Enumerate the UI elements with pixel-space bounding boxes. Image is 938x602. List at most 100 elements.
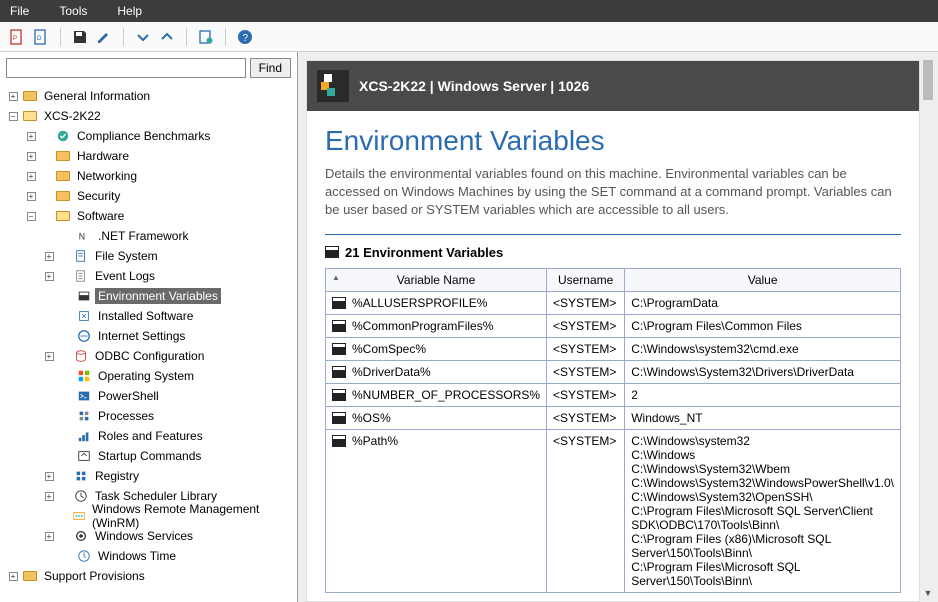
tree-toggle[interactable] — [61, 390, 73, 402]
tree-label[interactable]: .NET Framework — [95, 228, 191, 244]
tree-toggle[interactable] — [40, 170, 52, 182]
tree-toggle[interactable] — [40, 210, 52, 222]
tree-toggle[interactable]: + — [7, 570, 19, 582]
tree-toggle[interactable]: + — [43, 270, 55, 282]
tree-toggle[interactable]: + — [43, 490, 55, 502]
col-value[interactable]: Value — [625, 268, 901, 291]
refresh-button[interactable] — [197, 28, 215, 46]
tree-fs[interactable]: + File System — [4, 246, 297, 266]
tree-ev[interactable]: + Event Logs — [4, 266, 297, 286]
table-row[interactable]: %Path%<SYSTEM>C:\Windows\system32 C:\Win… — [326, 429, 901, 592]
tree-toggle[interactable] — [61, 450, 73, 462]
tree-toggle[interactable]: + — [43, 470, 55, 482]
col-username[interactable]: Username — [547, 268, 625, 291]
export-doc-button[interactable]: D — [32, 28, 50, 46]
tree-toggle[interactable] — [61, 370, 73, 382]
tree-label[interactable]: Windows Services — [92, 528, 196, 544]
tree-label[interactable]: File System — [92, 248, 161, 264]
tree-software[interactable]: − Software — [4, 206, 297, 226]
tree-label[interactable]: Security — [74, 188, 123, 204]
tree-ps[interactable]: PowerShell — [4, 386, 297, 406]
tree-toggle[interactable]: + — [43, 530, 55, 542]
tree-label[interactable]: Registry — [92, 468, 142, 484]
search-input[interactable] — [6, 58, 246, 78]
tree-toggle[interactable]: + — [25, 130, 37, 142]
save-button[interactable] — [71, 28, 89, 46]
scroll-down-icon[interactable]: ▼ — [921, 588, 935, 602]
tree-label[interactable]: Installed Software — [95, 308, 196, 324]
tree-toggle[interactable] — [61, 310, 73, 322]
tree-toggle[interactable] — [61, 230, 73, 242]
tree-label[interactable]: General Information — [41, 88, 153, 104]
collapse-button[interactable] — [134, 28, 152, 46]
tree-toggle[interactable]: − — [25, 210, 37, 222]
tree-toggle[interactable]: + — [25, 170, 37, 182]
tree-odbc[interactable]: + ODBC Configuration — [4, 346, 297, 366]
tree-general[interactable]: + General Information — [4, 86, 297, 106]
tree-toggle[interactable] — [58, 530, 70, 542]
scroll-thumb[interactable] — [923, 60, 933, 100]
tree-toggle[interactable]: − — [7, 110, 19, 122]
tree-label[interactable]: ODBC Configuration — [92, 348, 207, 364]
tree-net[interactable]: N.NET Framework — [4, 226, 297, 246]
tree-proc[interactable]: Processes — [4, 406, 297, 426]
tree-toggle[interactable] — [61, 550, 73, 562]
tree-support[interactable]: +Support Provisions — [4, 566, 297, 586]
scrollbar[interactable]: ▲ ▼ — [921, 60, 935, 602]
tree-reg[interactable]: + Registry — [4, 466, 297, 486]
tree-label[interactable]: Windows Remote Management (WinRM) — [89, 501, 297, 531]
tree-startup[interactable]: Startup Commands — [4, 446, 297, 466]
tree-label[interactable]: Processes — [95, 408, 157, 424]
tree-roles[interactable]: Roles and Features — [4, 426, 297, 446]
tree-label[interactable]: Networking — [74, 168, 140, 184]
expand-button[interactable] — [158, 28, 176, 46]
tree-hardware[interactable]: + Hardware — [4, 146, 297, 166]
tree-label[interactable]: Startup Commands — [95, 448, 204, 464]
table-row[interactable]: %NUMBER_OF_PROCESSORS%<SYSTEM>2 — [326, 383, 901, 406]
tree-toggle[interactable]: + — [7, 90, 19, 102]
tree-host[interactable]: − XCS-2K22 — [4, 106, 297, 126]
tree-toggle[interactable]: + — [25, 150, 37, 162]
tree-toggle[interactable] — [40, 190, 52, 202]
table-row[interactable]: %OS%<SYSTEM>Windows_NT — [326, 406, 901, 429]
tree-toggle[interactable] — [61, 330, 73, 342]
tree-toggle[interactable] — [58, 250, 70, 262]
tree-label[interactable]: Operating System — [95, 368, 197, 384]
export-pdf-button[interactable]: P — [8, 28, 26, 46]
tree-winrm[interactable]: Windows Remote Management (WinRM) — [4, 506, 297, 526]
tree-toggle[interactable] — [61, 430, 73, 442]
table-row[interactable]: %CommonProgramFiles%<SYSTEM>C:\Program F… — [326, 314, 901, 337]
tree-os[interactable]: Operating System — [4, 366, 297, 386]
tree-toggle[interactable]: + — [43, 350, 55, 362]
tree-toggle[interactable] — [57, 510, 68, 522]
tree-label[interactable]: Hardware — [74, 148, 132, 164]
tree-label[interactable]: PowerShell — [95, 388, 162, 404]
help-button[interactable]: ? — [236, 28, 254, 46]
tree-label[interactable]: Roles and Features — [95, 428, 206, 444]
tree-label[interactable]: Event Logs — [92, 268, 158, 284]
tree-label[interactable]: Software — [74, 208, 127, 224]
tree-ie[interactable]: Internet Settings — [4, 326, 297, 346]
tree-toggle[interactable]: + — [25, 190, 37, 202]
col-variable-name[interactable]: Variable Name — [326, 268, 547, 291]
tree-toggle[interactable]: + — [43, 250, 55, 262]
tree-time[interactable]: Windows Time — [4, 546, 297, 566]
tree-label[interactable]: Environment Variables — [95, 288, 221, 304]
tree-toggle[interactable] — [40, 150, 52, 162]
tree-view[interactable]: +General Information−XCS-2K22+Compliance… — [0, 84, 297, 602]
tree-toggle[interactable] — [58, 270, 70, 282]
menu-tools[interactable]: Tools — [59, 4, 87, 18]
menu-help[interactable]: Help — [117, 4, 142, 18]
table-row[interactable]: %ALLUSERSPROFILE%<SYSTEM>C:\ProgramData — [326, 291, 901, 314]
tree-toggle[interactable] — [61, 410, 73, 422]
tree-toggle[interactable] — [40, 130, 52, 142]
tree-toggle[interactable] — [58, 490, 70, 502]
tree-toggle[interactable] — [58, 350, 70, 362]
tree-inst[interactable]: Installed Software — [4, 306, 297, 326]
menu-file[interactable]: File — [10, 4, 29, 18]
tree-label[interactable]: XCS-2K22 — [41, 108, 104, 124]
table-row[interactable]: %DriverData%<SYSTEM>C:\Windows\System32\… — [326, 360, 901, 383]
edit-button[interactable] — [95, 28, 113, 46]
tree-label[interactable]: Internet Settings — [95, 328, 188, 344]
tree-toggle[interactable] — [58, 470, 70, 482]
